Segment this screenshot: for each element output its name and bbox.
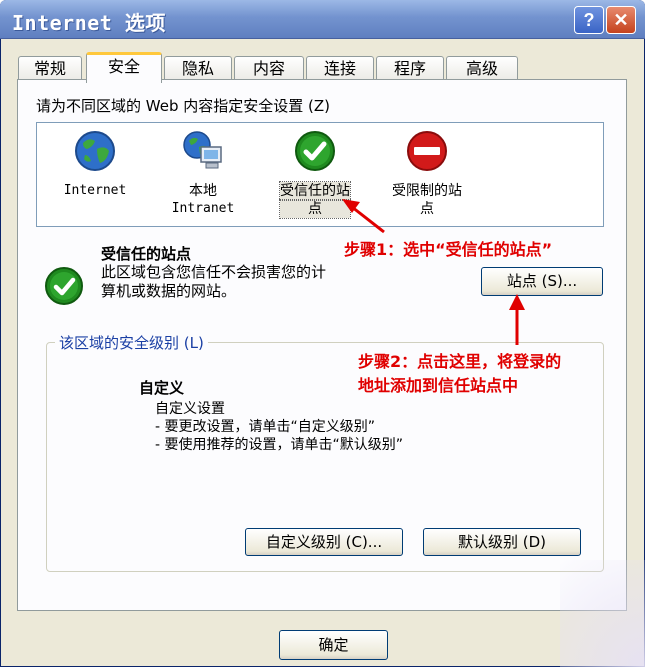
security-level-label: 该区域的安全级别 (L) [55,332,208,353]
tab-connections[interactable]: 连接 [306,56,374,80]
security-level-description: 自定义设置 - 要更改设置，请单击“自定义级别” - 要使用推荐的设置，请单击“默认… [155,400,403,454]
tab-security[interactable]: 安全 [86,52,162,83]
sites-button[interactable]: 站点 (S)... [481,267,603,296]
computer-globe-icon [183,131,222,169]
step2-annotation-line1: 步骤2：点击这里，将登录的 [358,352,562,371]
zone-trusted-sites-label-1: 受信任的站 [279,181,351,201]
selected-zone-title: 受信任的站点 [101,245,192,263]
corner-watermark-fade [560,560,645,667]
green-check-icon [45,267,83,305]
security-level-group: 该区域的安全级别 (L) 自定义 自定义设置 - 要更改设置，请单击“自定义级别”… [46,332,604,572]
zone-restricted-sites-label-1: 受限制的站 [392,183,462,199]
zone-restricted-sites[interactable]: 受限制的站 点 [373,129,481,218]
tab-programs[interactable]: 程序 [376,56,444,80]
step1-annotation: 步骤1：选中“受信任的站点” [344,240,553,259]
zone-local-intranet-label-1: 本地 [189,183,217,199]
globe-icon [75,131,115,171]
level-line-1: 自定义设置 [155,401,225,417]
internet-options-dialog: Internet 选项 ? ✕ 常规 安全 隐私 内容 连接 程序 高级 请为不… [0,0,645,667]
zone-local-intranet[interactable]: 本地 Intranet [149,129,257,218]
zone-desc-line-2: 算机或数据的网站。 [101,282,237,300]
level-line-2: - 要更改设置，请单击“自定义级别” [155,419,376,435]
level-line-3: - 要使用推荐的设置，请单击“默认级别” [155,437,404,453]
tab-content[interactable]: 内容 [234,56,304,80]
zone-trusted-sites-label-2: 点 [279,199,351,219]
tab-advanced[interactable]: 高级 [446,56,518,80]
zone-internet-label: Internet [63,183,127,198]
security-level-title: 自定义 [139,379,185,397]
zone-internet[interactable]: Internet [41,129,149,200]
zones-list: Internet 本地 Intranet 受信任的站 点 受限制的站 点 [36,122,604,227]
tab-privacy[interactable]: 隐私 [164,56,232,80]
tab-general[interactable]: 常规 [18,56,82,80]
ok-button[interactable]: 确定 [279,630,388,660]
security-panel: 请为不同区域的 Web 内容指定安全设置 (Z) Internet 本地 Int… [17,79,627,611]
green-check-icon [295,131,335,171]
red-no-entry-icon [407,131,447,171]
zones-prompt: 请为不同区域的 Web 内容指定安全设置 (Z) [36,97,330,115]
default-level-button[interactable]: 默认级别 (D) [423,528,581,556]
zone-local-intranet-label-2: Intranet [171,201,235,216]
window-title: Internet 选项 [12,11,166,35]
help-button[interactable]: ? [574,6,604,34]
custom-level-button[interactable]: 自定义级别 (C)... [245,528,403,556]
selected-zone-description: 此区域包含您信任不会损害您的计 算机或数据的网站。 [101,263,381,301]
close-button[interactable]: ✕ [606,6,636,34]
zone-trusted-sites-label: 受信任的站 点 [279,181,351,219]
step2-annotation-line2: 地址添加到信任站点中 [358,376,519,395]
zone-restricted-sites-label-2: 点 [420,201,434,217]
zone-trusted-sites[interactable]: 受信任的站 点 [261,129,369,219]
zone-desc-line-1: 此区域包含您信任不会损害您的计 [101,263,327,281]
title-bar[interactable]: Internet 选项 ? ✕ [0,0,645,39]
